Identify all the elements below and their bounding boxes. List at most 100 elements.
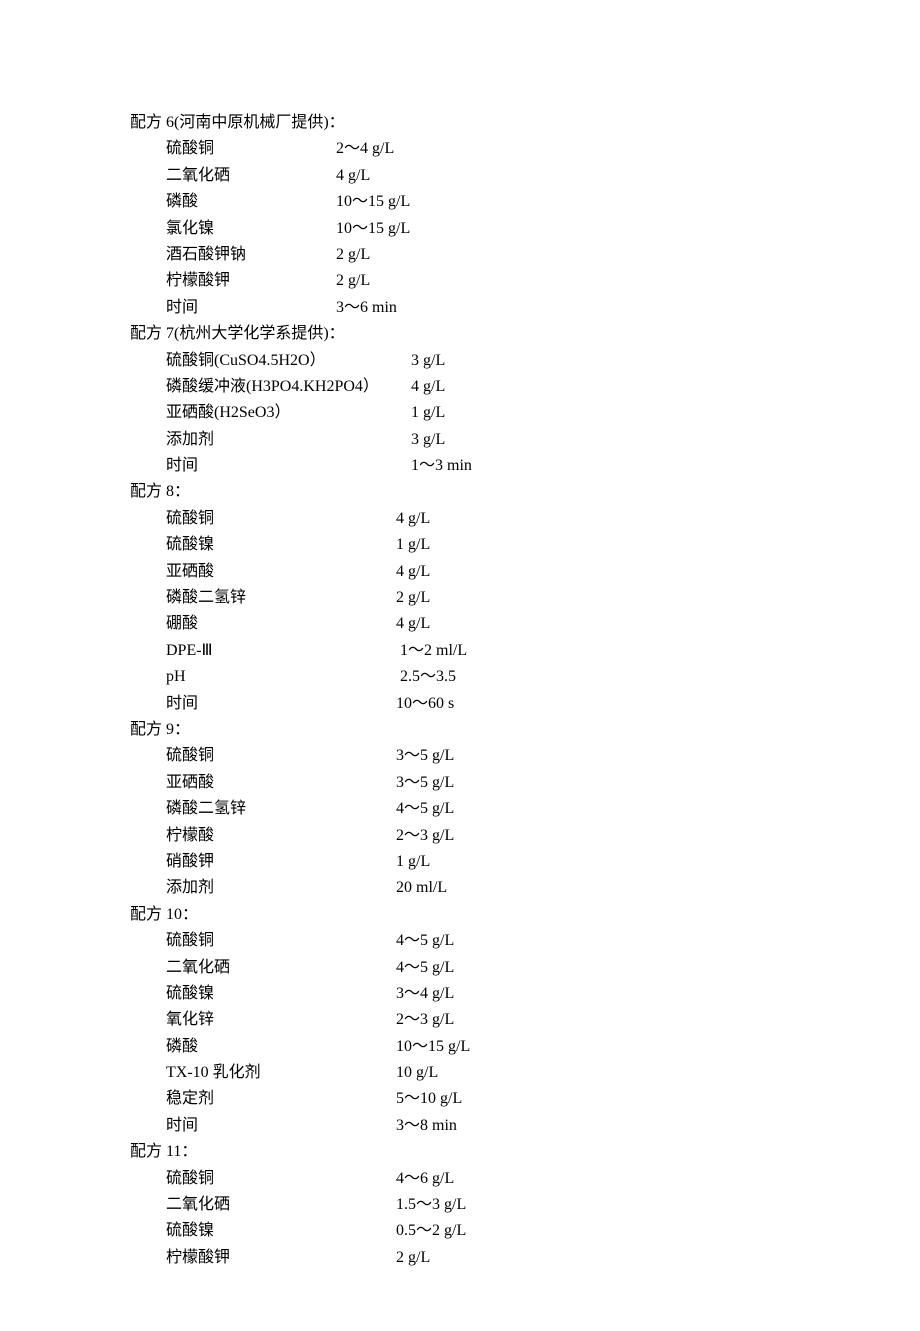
formula-entry: 酒石酸钾钠2 g/L (130, 242, 790, 268)
formula-entry: 柠檬酸钾2 g/L (130, 1245, 790, 1271)
entry-value: 3～5 g/L (396, 743, 454, 769)
formula-entry: 时间3～8 min (130, 1113, 790, 1139)
entry-label: 亚硒酸 (166, 559, 396, 585)
entry-label: 稳定剂 (166, 1086, 396, 1112)
entry-value: 4～6 g/L (396, 1166, 454, 1192)
formula-entry: 时间3～6 min (130, 295, 790, 321)
entry-value: 10～15 g/L (336, 216, 410, 242)
entry-label: 亚硒酸(H2SeO3） (166, 400, 411, 426)
entry-label: 氯化镍 (166, 216, 336, 242)
formula-entry: 硼酸4 g/L (130, 611, 790, 637)
entry-value: 4 g/L (396, 506, 430, 532)
entry-value: 2～4 g/L (336, 136, 394, 162)
entry-value: 1～3 min (411, 453, 472, 479)
formula-entry: 硝酸钾1 g/L (130, 849, 790, 875)
entry-value: 1 g/L (396, 849, 430, 875)
entry-value: 4～5 g/L (396, 928, 454, 954)
entry-value: 2 g/L (336, 242, 370, 268)
entry-label: 硫酸铜(CuSO4.5H2O） (166, 348, 411, 374)
entry-label: 硫酸铜 (166, 928, 396, 954)
entry-value: 4 g/L (336, 163, 370, 189)
entry-label: 硫酸镍 (166, 1218, 396, 1244)
entry-label: 二氧化硒 (166, 955, 396, 981)
formula-entry: 时间1～3 min (130, 453, 790, 479)
entry-value: 4 g/L (396, 611, 430, 637)
formula-title: 配方 6(河南中原机械厂提供)： (130, 110, 790, 136)
formula-entry: 硫酸镍0.5～2 g/L (130, 1218, 790, 1244)
entry-value: 3～6 min (336, 295, 397, 321)
entry-value: 1～2 ml/L (396, 638, 467, 664)
entry-value: 1 g/L (396, 532, 430, 558)
entry-label: 硼酸 (166, 611, 396, 637)
formula-entry: 磷酸缓冲液(H3PO4.KH2PO4）4 g/L (130, 374, 790, 400)
entry-label: 柠檬酸钾 (166, 1245, 396, 1271)
entry-label: 硫酸镍 (166, 532, 396, 558)
entry-label: 添加剂 (166, 875, 396, 901)
formula-title: 配方 10： (130, 902, 790, 928)
entry-label: 时间 (166, 1113, 396, 1139)
formula-entry: 亚硒酸4 g/L (130, 559, 790, 585)
formula-entry: 二氧化硒4 g/L (130, 163, 790, 189)
entry-label: 亚硒酸 (166, 770, 396, 796)
entry-label: 硝酸钾 (166, 849, 396, 875)
formula-entry: 硫酸铜(CuSO4.5H2O）3 g/L (130, 348, 790, 374)
entry-value: 4 g/L (411, 374, 445, 400)
entry-value: 10～15 g/L (336, 189, 410, 215)
entry-label: 硫酸铜 (166, 1166, 396, 1192)
formula-entry: 二氧化硒1.5～3 g/L (130, 1192, 790, 1218)
entry-value: 3 g/L (411, 427, 445, 453)
entry-value: 2 g/L (396, 585, 430, 611)
entry-value: 4 g/L (396, 559, 430, 585)
formula-entry: 磷酸二氢锌4～5 g/L (130, 796, 790, 822)
entry-label: pH (166, 664, 396, 690)
entry-label: 添加剂 (166, 427, 411, 453)
formula-entry: TX-10 乳化剂10 g/L (130, 1060, 790, 1086)
entry-value: 2 g/L (396, 1245, 430, 1271)
entry-label: 硫酸铜 (166, 743, 396, 769)
formula-entry: 氧化锌2～3 g/L (130, 1007, 790, 1033)
entry-value: 2 g/L (336, 268, 370, 294)
entry-label: DPE-Ⅲ (166, 638, 396, 664)
entry-value: 4～5 g/L (396, 796, 454, 822)
formula-entry: 时间10～60 s (130, 691, 790, 717)
entry-label: 硫酸铜 (166, 136, 336, 162)
entry-value: 3 g/L (411, 348, 445, 374)
formula-entry: 磷酸10～15 g/L (130, 189, 790, 215)
entry-value: 20 ml/L (396, 875, 447, 901)
entry-label: TX-10 乳化剂 (166, 1060, 396, 1086)
entry-label: 磷酸缓冲液(H3PO4.KH2PO4） (166, 374, 411, 400)
formula-entry: 亚硒酸3～5 g/L (130, 770, 790, 796)
entry-value: 2～3 g/L (396, 823, 454, 849)
formula-entry: 磷酸二氢锌2 g/L (130, 585, 790, 611)
formula-entry: 硫酸铜2～4 g/L (130, 136, 790, 162)
formula-title: 配方 7(杭州大学化学系提供)： (130, 321, 790, 347)
formula-title: 配方 11： (130, 1139, 790, 1165)
entry-value: 10～60 s (396, 691, 454, 717)
formula-entry: 硫酸铜4～6 g/L (130, 1166, 790, 1192)
formula-entry: 二氧化硒4～5 g/L (130, 955, 790, 981)
entry-value: 5～10 g/L (396, 1086, 462, 1112)
entry-value: 3～5 g/L (396, 770, 454, 796)
formula-entry: 添加剂20 ml/L (130, 875, 790, 901)
entry-label: 柠檬酸钾 (166, 268, 336, 294)
entry-label: 氧化锌 (166, 1007, 396, 1033)
entry-label: 酒石酸钾钠 (166, 242, 336, 268)
entry-label: 柠檬酸 (166, 823, 396, 849)
formula-entry: 柠檬酸钾2 g/L (130, 268, 790, 294)
formula-entry: 添加剂3 g/L (130, 427, 790, 453)
entry-value: 4～5 g/L (396, 955, 454, 981)
entry-label: 磷酸 (166, 189, 336, 215)
entry-label: 二氧化硒 (166, 1192, 396, 1218)
entry-value: 0.5～2 g/L (396, 1218, 466, 1244)
entry-label: 时间 (166, 691, 396, 717)
entry-value: 1.5～3 g/L (396, 1192, 466, 1218)
formula-entry: 磷酸10～15 g/L (130, 1034, 790, 1060)
entry-label: 二氧化硒 (166, 163, 336, 189)
entry-label: 时间 (166, 295, 336, 321)
entry-value: 3～4 g/L (396, 981, 454, 1007)
formula-entry: 硫酸镍3～4 g/L (130, 981, 790, 1007)
entry-value: 3～8 min (396, 1113, 457, 1139)
entry-value: 10～15 g/L (396, 1034, 470, 1060)
entry-label: 硫酸镍 (166, 981, 396, 1007)
formula-entry: 硫酸镍1 g/L (130, 532, 790, 558)
